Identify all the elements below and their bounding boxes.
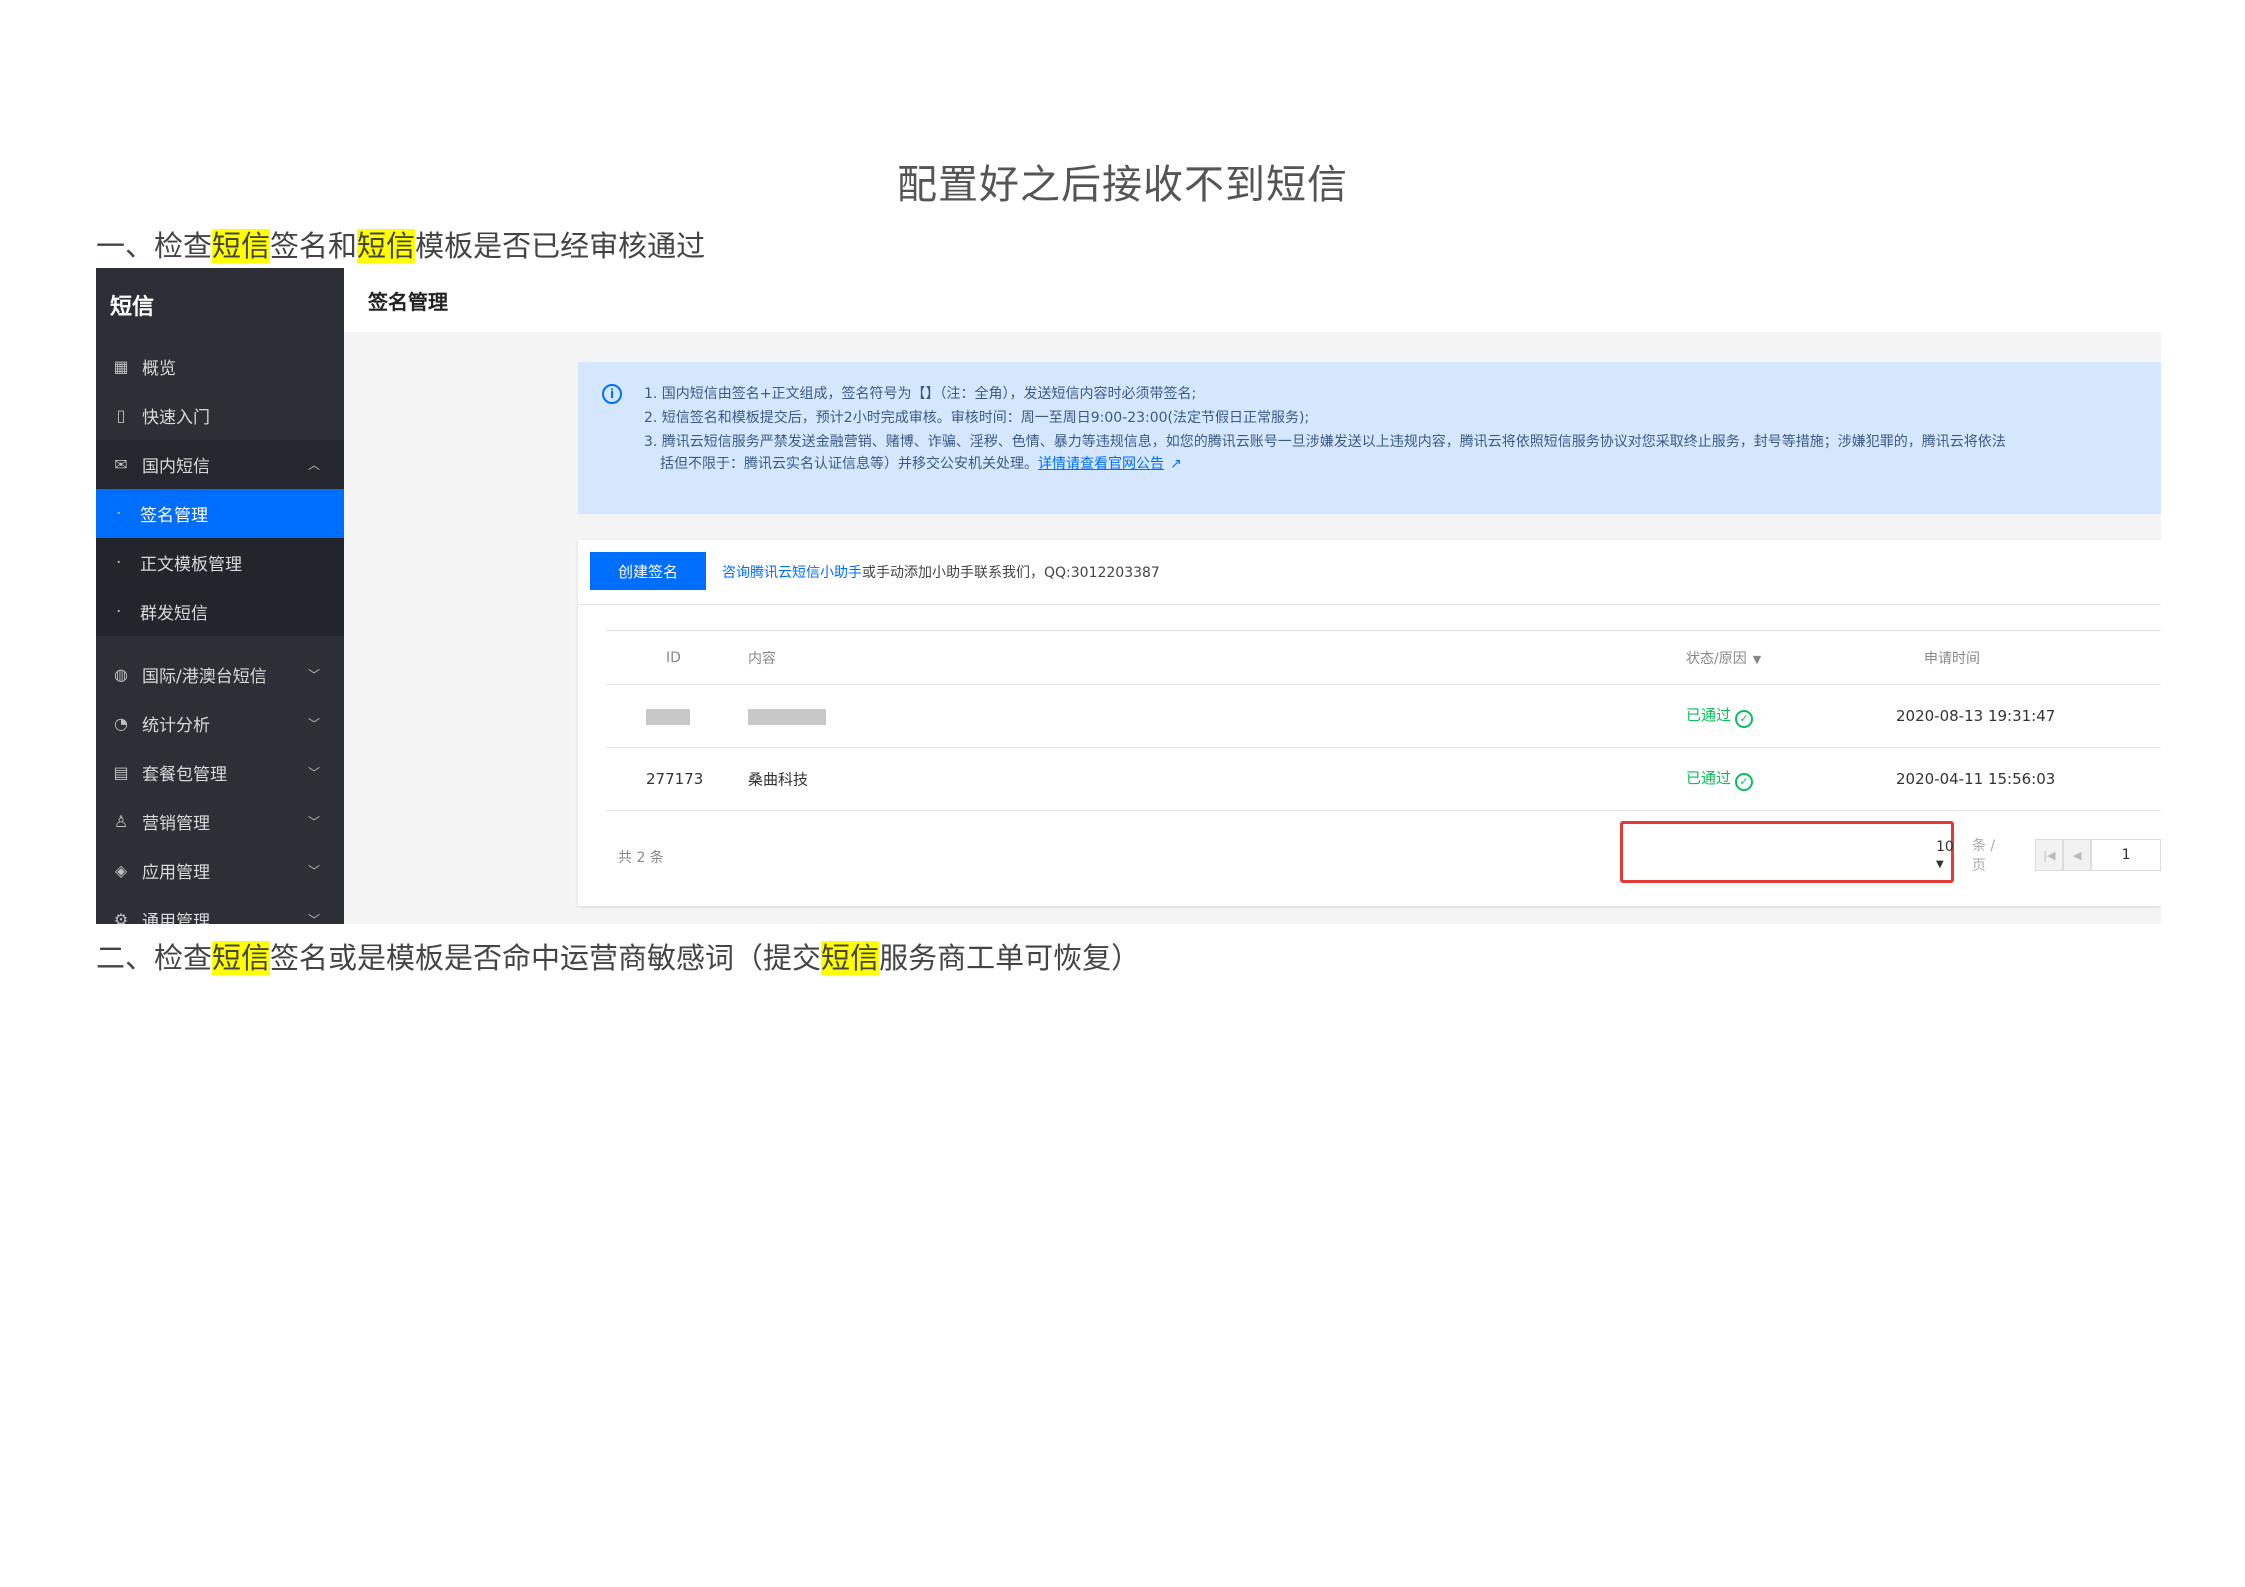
sidebar-item-domestic-sms[interactable]: ✉ 国内短信 ︿: [96, 440, 344, 489]
layers-icon: ◈: [114, 861, 128, 880]
highlighted-keyword: 短信: [357, 229, 416, 263]
notice-line: 1. 国内短信由签名+正文组成，签名符号为【】（注：全角），发送短信内容时必须带…: [644, 386, 1197, 402]
sidebar-item-quickstart[interactable]: ▯ 快速入门: [96, 391, 344, 440]
sidebar-item-marketing[interactable]: ♙ 营销管理 ﹀: [96, 797, 344, 846]
sidebar-item-international-sms[interactable]: ◍ 国际/港澳台短信 ﹀: [96, 650, 344, 699]
notice-line: 2. 短信签名和模板提交后，预计2小时完成审核。审核时间：周一至周日9:00-2…: [644, 410, 1310, 426]
table-row: 277173 桑曲科技 已通过 ✓ 2020-04-11 15:56:03: [606, 748, 2161, 811]
highlighted-keyword: 短信: [212, 229, 271, 263]
page-size-select[interactable]: 10 ▼: [1936, 839, 1966, 871]
chevron-down-icon: ﹀: [307, 815, 320, 829]
section-heading-2: 二、检查短信签名或是模板是否命中运营商敏感词（提交短信服务商工单可恢复）: [96, 941, 1141, 975]
check-circle-icon: ✓: [1735, 773, 1754, 791]
create-signature-button[interactable]: 创建签名: [590, 552, 706, 590]
highlighted-keyword: 短信: [212, 941, 271, 975]
pie-chart-icon: ◔: [114, 714, 128, 733]
first-page-button[interactable]: |◀: [2035, 839, 2064, 871]
caret-down-icon: ▼: [1936, 859, 1944, 870]
table-header: ID 内容 状态/原因 ▼ 申请时间: [606, 631, 2161, 685]
sidebar-title: 短信: [96, 268, 344, 342]
table-row: 已通过 ✓ 2020-08-13 19:31:47: [606, 685, 2161, 748]
filter-icon[interactable]: ▼: [1753, 653, 1761, 666]
page-size-unit: 条 / 页: [1971, 838, 1996, 874]
sidebar-subitem-signature[interactable]: 签名管理: [96, 489, 344, 538]
table-footer: 共 2 条 10 ▼ 条 / 页 |◀ ◀ 1: [606, 838, 2161, 874]
embedded-screenshot: 短信 ▦ 概览 ▯ 快速入门 ✉ 国内短信 ︿ 签名管理 正文模板管理 群发短信…: [96, 268, 2161, 924]
mail-icon: ✉: [114, 455, 128, 474]
sidebar-subitem-bulk-sms[interactable]: 群发短信: [96, 587, 344, 636]
prev-page-button[interactable]: ◀: [2063, 839, 2092, 871]
apply-time: 2020-08-13 19:31:47: [1896, 707, 2056, 725]
globe-icon: ◍: [114, 665, 128, 684]
total-count: 共 2 条: [618, 850, 664, 866]
sidebar-item-packages[interactable]: ▤ 套餐包管理 ﹀: [96, 748, 344, 797]
sidebar-item-overview[interactable]: ▦ 概览: [96, 342, 344, 391]
consult-text: 咨询腾讯云短信小助手或手动添加小助手联系我们，QQ:3012203387: [722, 565, 1160, 581]
signature-id: 277173: [646, 770, 704, 788]
signature-panel: 创建签名 咨询腾讯云短信小助手或手动添加小助手联系我们，QQ:301220338…: [578, 540, 2161, 906]
divider: [578, 604, 2161, 605]
grid-icon: ▦: [113, 357, 129, 376]
chevron-up-icon: ︿: [307, 458, 320, 472]
chevron-down-icon: ﹀: [307, 913, 320, 924]
pagination: 10 ▼ 条 / 页 |◀ ◀ 1: [1936, 838, 2161, 874]
notice-banner: i 1. 国内短信由签名+正文组成，签名符号为【】（注：全角），发送短信内容时必…: [578, 362, 2161, 514]
redacted-content: [748, 707, 826, 725]
column-header-id: ID: [666, 649, 681, 666]
chevron-down-icon: ﹀: [307, 717, 320, 731]
column-header-time: 申请时间: [1924, 650, 1980, 667]
external-link-icon: ↗: [1170, 456, 1182, 472]
chevron-down-icon: ﹀: [307, 864, 320, 878]
signature-content: 桑曲科技: [748, 770, 809, 789]
column-header-content: 内容: [748, 650, 776, 667]
column-header-status[interactable]: 状态/原因 ▼: [1686, 648, 1761, 668]
consult-link[interactable]: 咨询腾讯云短信小助手: [722, 565, 862, 581]
user-group-icon: ♙: [113, 812, 129, 831]
apply-time: 2020-04-11 15:56:03: [1896, 770, 2056, 788]
package-icon: ▤: [113, 763, 129, 782]
check-circle-icon: ✓: [1735, 710, 1754, 728]
sidebar-item-general[interactable]: ⚙ 通用管理 ﹀: [96, 895, 344, 924]
highlighted-keyword: 短信: [821, 941, 880, 975]
status-badge: 已通过 ✓: [1686, 767, 1754, 791]
page-number-input[interactable]: 1: [2091, 839, 2161, 871]
announcement-link[interactable]: 详情请查看官网公告: [1038, 456, 1164, 472]
page-title: 签名管理: [344, 268, 2161, 332]
prev-page-icon: ◀: [2073, 848, 2082, 862]
chevron-down-icon: ﹀: [307, 668, 320, 682]
sidebar-item-statistics[interactable]: ◔ 统计分析 ﹀: [96, 699, 344, 748]
settings-icon: ⚙: [113, 910, 129, 924]
info-icon: i: [602, 384, 622, 404]
redacted-id: [646, 707, 690, 725]
notice-line: 3. 腾讯云短信服务严禁发送金融营销、赌博、诈骗、淫秽、色情、暴力等违规信息，如…: [644, 434, 2006, 450]
status-badge: 已通过 ✓: [1686, 704, 1754, 728]
signature-table: ID 内容 状态/原因 ▼ 申请时间 已通过 ✓ 2020-08-13 19:31:…: [606, 630, 2161, 883]
document-title: 配置好之后接收不到短信: [897, 162, 1348, 208]
book-icon: ▯: [116, 406, 126, 425]
chevron-down-icon: ﹀: [307, 766, 320, 780]
notice-line: 括但不限于：腾讯云实名认证信息等）并移交公安机关处理。详情请查看官网公告 ↗: [660, 456, 1182, 472]
first-page-icon: |◀: [2043, 848, 2056, 862]
sidebar-item-apps[interactable]: ◈ 应用管理 ﹀: [96, 846, 344, 895]
sidebar-subitem-template[interactable]: 正文模板管理: [96, 538, 344, 587]
sidebar: 短信 ▦ 概览 ▯ 快速入门 ✉ 国内短信 ︿ 签名管理 正文模板管理 群发短信…: [96, 268, 344, 924]
section-heading-1: 一、检查短信签名和短信模板是否已经审核通过: [96, 229, 706, 263]
